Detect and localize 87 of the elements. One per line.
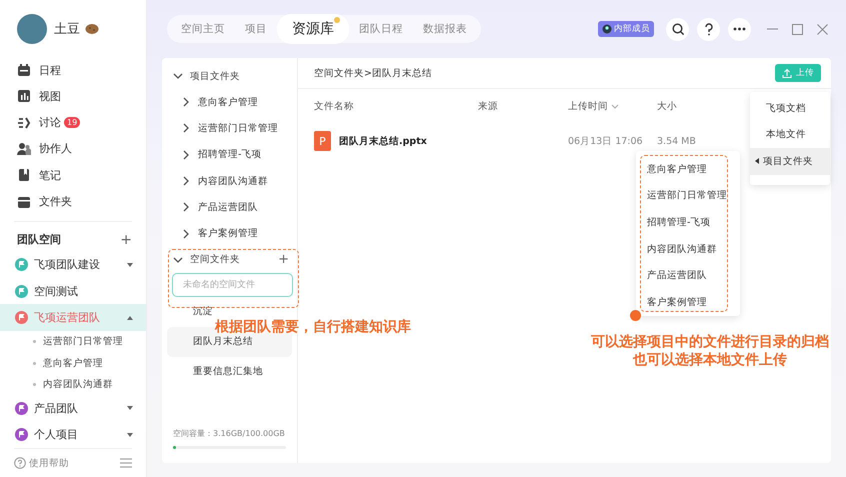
section-title: 团队空间	[17, 232, 61, 248]
help-button[interactable]	[697, 18, 720, 40]
caret-up-icon[interactable]	[126, 314, 134, 322]
team-sub-item[interactable]: 运营部门日常管理	[0, 330, 146, 352]
folder-header[interactable]: 项目文件夹	[162, 63, 297, 89]
submenu-item[interactable]: 意向客户管理	[636, 156, 740, 183]
storage-label: 空间容量：3.16GB/100.00GB	[173, 428, 286, 439]
folder-item[interactable]: 内容团队沟通群	[162, 168, 297, 194]
globe-icon	[602, 24, 612, 34]
column-header[interactable]: 来源	[478, 89, 568, 123]
count-badge: 19	[64, 117, 80, 128]
chevron-right-icon[interactable]	[182, 123, 190, 134]
column-header[interactable]: 文件名称	[314, 89, 478, 123]
pptx-file-icon: P	[314, 131, 331, 151]
folder-item[interactable]: 运营部门日常管理	[162, 115, 297, 142]
caret-down-icon[interactable]	[126, 260, 134, 269]
submenu-item[interactable]: 运营部门日常管理	[636, 182, 740, 210]
column-header[interactable]: 上传时间	[568, 89, 657, 123]
caret-down-icon[interactable]	[126, 404, 134, 412]
add-button[interactable]: +	[278, 252, 297, 268]
chevron-down-icon[interactable]	[173, 256, 183, 264]
nav-item[interactable]: 日程	[17, 56, 146, 84]
caret-down-icon[interactable]	[126, 430, 134, 439]
folder-item[interactable]: 招聘管理-飞项	[162, 142, 297, 168]
menu-item[interactable]: 本地文件	[750, 122, 830, 148]
user-name: 土豆	[54, 20, 80, 38]
chevron-right-icon[interactable]	[182, 150, 190, 160]
submenu-item[interactable]: 内容团队沟通群	[636, 236, 740, 262]
menu-icon[interactable]	[120, 458, 132, 468]
folder-header[interactable]: 空间文件夹 +	[162, 246, 297, 273]
file-name[interactable]: 团队月末总结.pptx	[339, 134, 427, 148]
team-item[interactable]: 产品团队	[0, 395, 146, 422]
team-sub-item[interactable]: 内容团队沟通群	[0, 374, 146, 396]
menu-item[interactable]: 项目文件夹	[750, 148, 830, 174]
help-icon	[14, 457, 26, 470]
submenu-item[interactable]: 产品运营团队	[636, 262, 740, 289]
nav-people-icon	[17, 142, 31, 156]
submenu-item[interactable]: 招聘管理-飞项	[636, 209, 740, 236]
annotation-text: 根据团队需要，自行搭建知识库	[215, 318, 411, 336]
folder-item[interactable]: 团队月末总结	[193, 335, 253, 348]
file-size: 3.54 MB	[657, 136, 696, 146]
caret-left-icon	[755, 158, 759, 164]
column-header[interactable]: 大小	[657, 89, 737, 123]
add-button[interactable]: +	[120, 232, 132, 248]
more-button[interactable]	[728, 18, 751, 40]
nav-calendar-icon	[17, 63, 31, 78]
nav-item[interactable]: 讨论 19	[17, 110, 146, 136]
nav-item[interactable]: 协作人	[17, 136, 146, 162]
nav-item[interactable]: 视图	[17, 83, 146, 110]
chevron-right-icon[interactable]	[182, 97, 190, 108]
annotation-text: 可以选择项目中的文件进行目录的归档	[591, 333, 829, 351]
folder-item[interactable]: 重要信息汇集地	[193, 365, 263, 378]
help-link[interactable]: 使用帮助	[14, 456, 69, 470]
help-icon	[702, 22, 714, 36]
team-item[interactable]: 个人项目	[0, 422, 146, 448]
avatar[interactable]	[17, 14, 47, 44]
nav-tab[interactable]: 资源库	[277, 14, 349, 44]
team-item[interactable]: 飞项团队建设	[0, 252, 146, 278]
upload-icon	[782, 68, 792, 78]
folder-item[interactable]: 客户案例管理	[162, 220, 297, 247]
menu-item[interactable]: 飞项文档	[750, 95, 830, 122]
nav-note-icon	[17, 168, 31, 182]
more-icon	[733, 27, 746, 31]
folder-item[interactable]: 意向客户管理	[162, 89, 297, 116]
nav-item[interactable]: 文件夹	[17, 188, 146, 215]
folder-item[interactable]: 产品运营团队	[162, 194, 297, 220]
folder-name-field[interactable]: 未命名的空间文件	[172, 272, 293, 297]
potato-icon	[85, 22, 99, 36]
annotation-text: 也可以选择本地文件上传	[633, 351, 787, 369]
search-icon	[672, 23, 684, 35]
chevron-right-icon[interactable]	[182, 202, 190, 212]
upload-time: 06月13日 17:06	[568, 134, 643, 148]
member-badge: 内部成员	[598, 21, 654, 37]
team-sub-item[interactable]: 意向客户管理	[0, 352, 146, 374]
chevron-right-icon[interactable]	[182, 228, 190, 239]
nav-chart-icon	[17, 89, 31, 104]
submenu-item[interactable]: 客户案例管理	[636, 288, 740, 316]
maximize-icon[interactable]	[792, 24, 803, 34]
nav-item[interactable]: 笔记	[17, 162, 146, 188]
team-item[interactable]: 空间测试	[0, 278, 146, 304]
nav-folder-icon	[17, 194, 31, 209]
search-button[interactable]	[666, 18, 689, 40]
chevron-down-icon[interactable]	[173, 72, 183, 80]
chevron-right-icon[interactable]	[182, 176, 190, 186]
nav-discuss-icon	[17, 116, 31, 130]
close-icon[interactable]	[817, 24, 828, 34]
breadcrumb: 空间文件夹>团队月末总结	[314, 66, 432, 80]
